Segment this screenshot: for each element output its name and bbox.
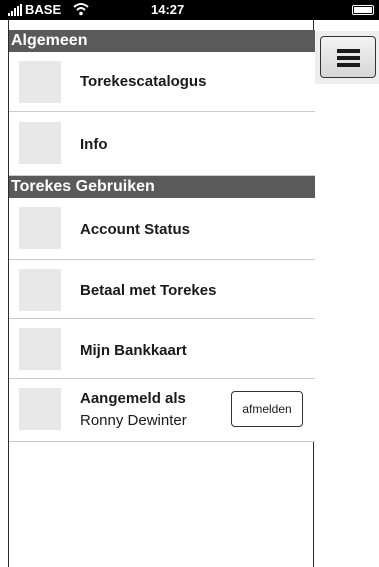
status-time: 14:27 bbox=[151, 2, 185, 17]
menu-button[interactable] bbox=[320, 36, 376, 78]
signal-icon bbox=[8, 4, 22, 16]
menu-item-thumbnail bbox=[19, 328, 61, 370]
menu-item-label: Account Status bbox=[80, 221, 191, 238]
menu-item-info[interactable]: Info bbox=[9, 112, 315, 176]
menu-item-account-status[interactable]: Account Status bbox=[9, 198, 315, 260]
side-menu: Algemeen Torekescatalogus Info Torekes G… bbox=[8, 20, 315, 567]
menu-item-thumbnail bbox=[19, 122, 61, 164]
menu-item-torekescatalogus[interactable]: Torekescatalogus bbox=[9, 52, 315, 112]
menu-item-thumbnail bbox=[19, 207, 61, 249]
menu-item-mijn-bankkaart[interactable]: Mijn Bankkaart bbox=[9, 319, 315, 379]
hamburger-icon bbox=[337, 49, 360, 53]
account-label: Aangemeld als bbox=[80, 390, 186, 407]
section-header-torekes-gebruiken: Torekes Gebruiken bbox=[9, 176, 315, 198]
main-content-area bbox=[315, 20, 379, 567]
menu-item-thumbnail bbox=[19, 61, 61, 103]
status-bar: BASE 14:27 bbox=[0, 0, 379, 20]
menu-item-label: Betaal met Torekes bbox=[80, 282, 217, 299]
section-header-algemeen: Algemeen bbox=[9, 30, 315, 52]
menu-item-label: Info bbox=[80, 136, 108, 153]
menu-item-label: Mijn Bankkaart bbox=[80, 342, 187, 359]
menu-item-thumbnail bbox=[19, 269, 61, 311]
menu-item-label: Torekescatalogus bbox=[80, 73, 207, 90]
wifi-icon bbox=[73, 3, 89, 16]
account-row: Aangemeld als Ronny Dewinter afmelden bbox=[9, 379, 315, 442]
account-user-name: Ronny Dewinter bbox=[80, 412, 187, 429]
avatar bbox=[19, 388, 61, 430]
menu-item-betaal-met-torekes[interactable]: Betaal met Torekes bbox=[9, 260, 315, 319]
carrier-name: BASE bbox=[25, 2, 62, 17]
battery-icon bbox=[352, 5, 374, 15]
logout-button[interactable]: afmelden bbox=[231, 391, 303, 427]
